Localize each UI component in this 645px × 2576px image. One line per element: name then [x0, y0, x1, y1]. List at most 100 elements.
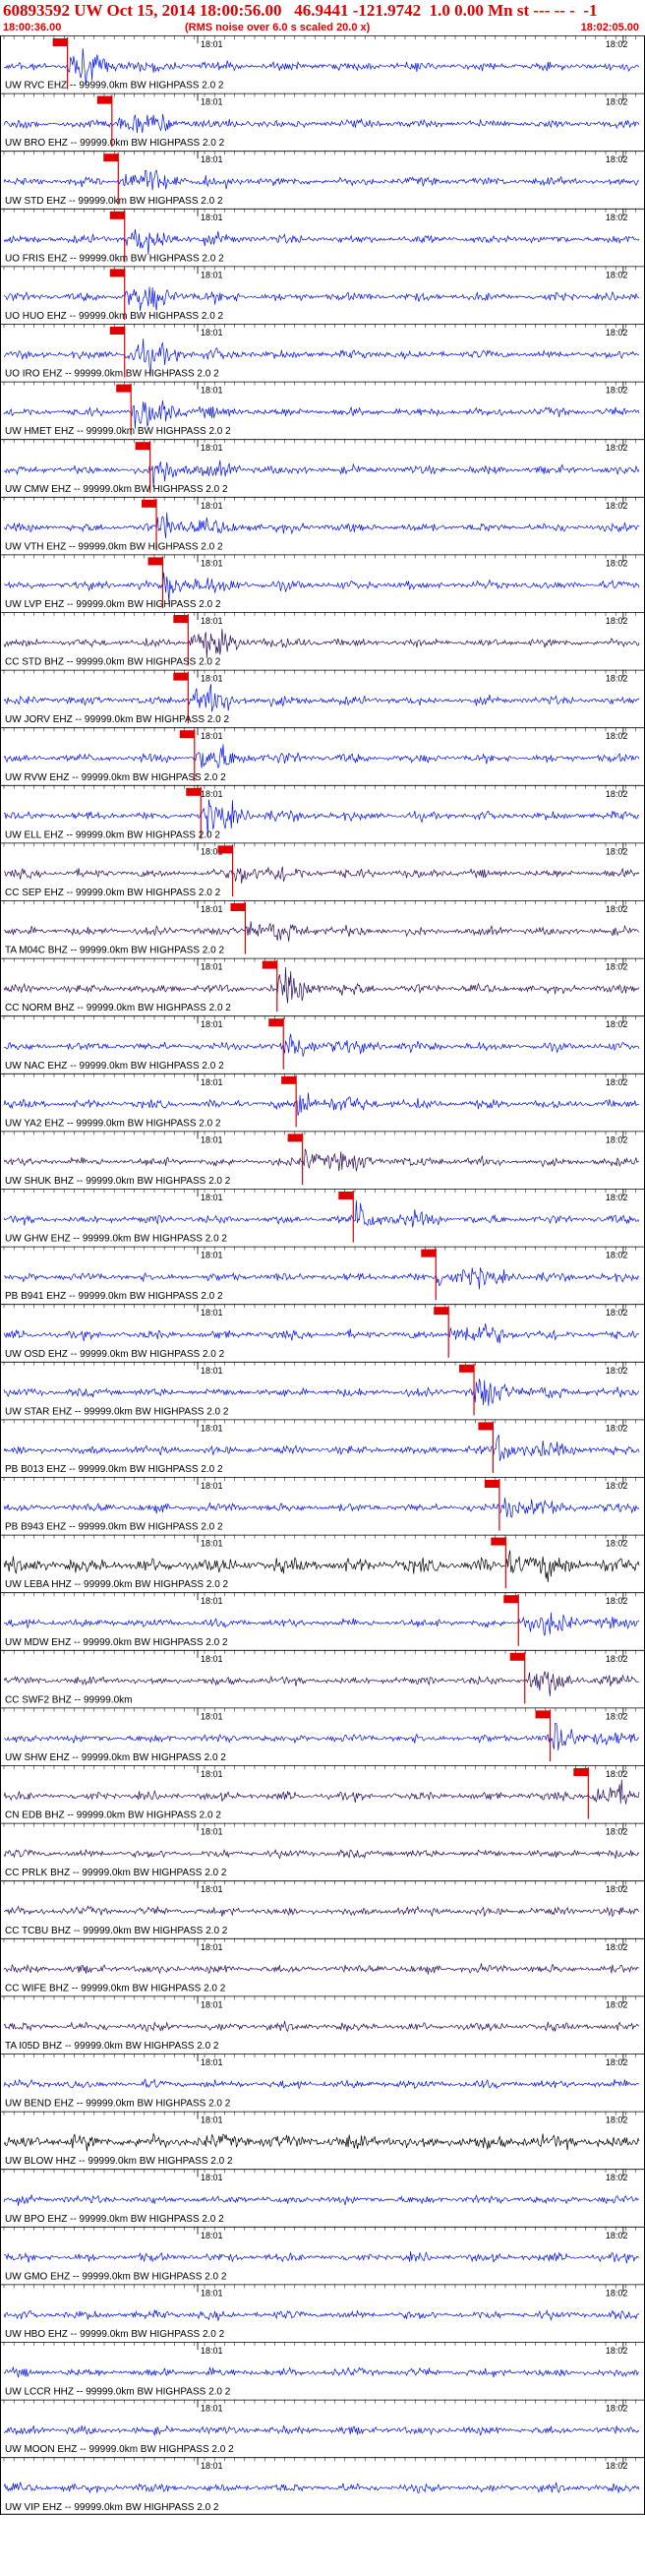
pick-marker — [109, 327, 125, 335]
minute-tick-label: 18:01 — [201, 2173, 223, 2182]
minute-tick-label: 18:01 — [201, 1769, 223, 1779]
waveform-trace — [3, 1322, 639, 1344]
minute-tick-label: 18:01 — [201, 731, 223, 741]
station-label: CN EDB BHZ -- 99999.0km BW HIGHPASS 2.0 … — [5, 1810, 221, 1821]
minute-tick-label: 18:02 — [606, 789, 628, 799]
minute-tick-label: 18:01 — [201, 2461, 223, 2471]
station-label: UW VTH EHZ -- 99999.0km BW HIGHPASS 2.0 … — [5, 541, 223, 552]
station-label: CC STD BHZ -- 99999.0km BW HIGHPASS 2.0 … — [5, 657, 221, 668]
waveform-trace — [3, 2194, 640, 2206]
waveform-trace — [3, 1148, 640, 1172]
waveform-trace — [3, 1612, 640, 1636]
pick-marker — [287, 1134, 303, 1142]
minute-tick-label: 18:01 — [201, 962, 223, 972]
station-label: UW VIP EHZ -- 99999.0km BW HIGHPASS 2.0 … — [5, 2502, 219, 2513]
minute-tick-label: 18:01 — [201, 1135, 223, 1144]
waveform-trace — [3, 1963, 640, 1975]
waveform-trace — [3, 1779, 640, 1805]
minute-tick-label: 18:01 — [201, 1942, 223, 1952]
minute-tick-label: 18:01 — [201, 2231, 223, 2240]
minute-tick-label: 18:02 — [606, 213, 628, 222]
minute-tick-label: 18:02 — [606, 2461, 628, 2471]
station-label: UW HBO EHZ -- 99999.0km BW HIGHPASS 2.0 … — [5, 2329, 225, 2340]
pick-marker — [459, 1364, 475, 1373]
minute-tick-label: 18:02 — [606, 1999, 628, 2009]
station-label: CC SWF2 BHZ -- 99999.0km — [5, 1694, 132, 1705]
minute-tick-label: 18:02 — [606, 2173, 628, 2182]
minute-tick-label: 18:01 — [201, 501, 223, 511]
station-label: TA I05D BHZ -- 99999.0km BW HIGHPASS 2.0… — [5, 2041, 219, 2052]
station-label: CC TCBU BHZ -- 99999.0km BW HIGHPASS 2.0… — [5, 1926, 228, 1936]
station-label: UW HMET EHZ -- 99999.0km BW HIGHPASS 2.0… — [5, 426, 231, 437]
minute-tick-label: 18:01 — [201, 1884, 223, 1894]
pick-marker — [173, 615, 189, 623]
minute-tick-label: 18:01 — [201, 39, 223, 49]
pick-marker — [535, 1710, 551, 1719]
minute-tick-label: 18:02 — [606, 2404, 628, 2414]
station-label: UW BRO EHZ -- 99999.0km BW HIGHPASS 2.0 … — [5, 138, 225, 149]
minute-tick-label: 18:01 — [201, 1654, 223, 1664]
waveform-trace — [3, 1267, 640, 1290]
minute-tick-label: 18:02 — [606, 443, 628, 453]
scale-note: (RMS noise over 6.0 s scaled 20.0 x) — [185, 22, 371, 33]
station-label: TA M04C BHZ -- 99999.0km BW HIGHPASS 2.0… — [5, 946, 224, 956]
waveform-trace — [3, 2482, 640, 2494]
pick-marker — [116, 384, 132, 393]
minute-tick-label: 18:01 — [201, 2116, 223, 2125]
station-label: UO HUO EHZ -- 99999.0km BW HIGHPASS 2.0 … — [5, 311, 224, 322]
station-label: UW SHUK BHZ -- 99999.0km BW HIGHPASS 2.0… — [5, 1176, 231, 1187]
waveform-trace — [3, 744, 640, 769]
waveform-trace — [3, 572, 640, 603]
pick-marker — [262, 960, 277, 969]
minute-tick-label: 18:01 — [201, 2346, 223, 2356]
waveform-trace — [3, 2132, 640, 2152]
station-label: UW MDW EHZ -- 99999.0km BW HIGHPASS 2.0 … — [5, 1637, 228, 1648]
minute-tick-label: 18:02 — [606, 2116, 628, 2125]
waveform-trace — [3, 228, 640, 256]
waveform-trace — [3, 2365, 640, 2378]
pick-marker — [147, 557, 163, 566]
pick-marker — [268, 1018, 284, 1027]
pick-marker — [230, 903, 246, 911]
station-label: UW RVW EHZ -- 99999.0km BW HIGHPASS 2.0 … — [5, 772, 226, 783]
minute-tick-label: 18:01 — [201, 789, 223, 799]
pick-marker — [217, 845, 233, 854]
pick-marker — [109, 211, 125, 219]
pick-marker — [509, 1652, 525, 1661]
waveform-trace — [3, 2424, 640, 2437]
minute-tick-label: 18:02 — [606, 1423, 628, 1433]
minute-tick-label: 18:01 — [201, 97, 223, 107]
waveform-trace — [3, 2251, 640, 2264]
minute-tick-label: 18:01 — [201, 1193, 223, 1202]
waveform-trace — [3, 1722, 640, 1750]
minute-tick-label: 18:02 — [606, 674, 628, 684]
minute-tick-label: 18:01 — [201, 674, 223, 684]
waveform-trace — [3, 169, 640, 191]
station-label: CC PRLK BHZ -- 99999.0km BW HIGHPASS 2.0… — [5, 1868, 227, 1878]
end-time-label: 18:02:05.00 — [580, 22, 639, 33]
minute-tick-label: 18:01 — [201, 154, 223, 164]
minute-tick-label: 18:01 — [201, 1596, 223, 1606]
minute-tick-label: 18:01 — [201, 1019, 223, 1029]
minute-tick-label: 18:02 — [606, 97, 628, 107]
waveform-trace — [3, 966, 640, 1004]
minute-tick-label: 18:02 — [606, 501, 628, 511]
station-label: UW STD EHZ -- 99999.0km BW HIGHPASS 2.0 … — [5, 196, 223, 207]
pick-marker — [491, 1537, 506, 1546]
minute-tick-label: 18:01 — [201, 443, 223, 453]
pick-marker — [142, 499, 157, 508]
minute-tick-label: 18:02 — [606, 1884, 628, 1894]
minute-tick-label: 18:02 — [606, 270, 628, 279]
minute-tick-label: 18:01 — [201, 1711, 223, 1721]
minute-tick-label: 18:02 — [606, 1366, 628, 1376]
waveform-trace — [3, 1435, 640, 1461]
minute-tick-label: 18:02 — [606, 1942, 628, 1952]
station-label: UO FRIS EHZ -- 99999.0km BW HIGHPASS 2.0… — [5, 253, 224, 264]
station-label: CC WIFE BHZ -- 99999.0km BW HIGHPASS 2.0… — [5, 1983, 226, 1993]
minute-tick-label: 18:01 — [201, 2404, 223, 2414]
minute-tick-label: 18:02 — [606, 1769, 628, 1779]
pick-marker — [338, 1192, 354, 1199]
minute-tick-label: 18:02 — [606, 2057, 628, 2067]
minute-tick-label: 18:02 — [606, 1711, 628, 1721]
minute-tick-label: 18:01 — [201, 1077, 223, 1087]
